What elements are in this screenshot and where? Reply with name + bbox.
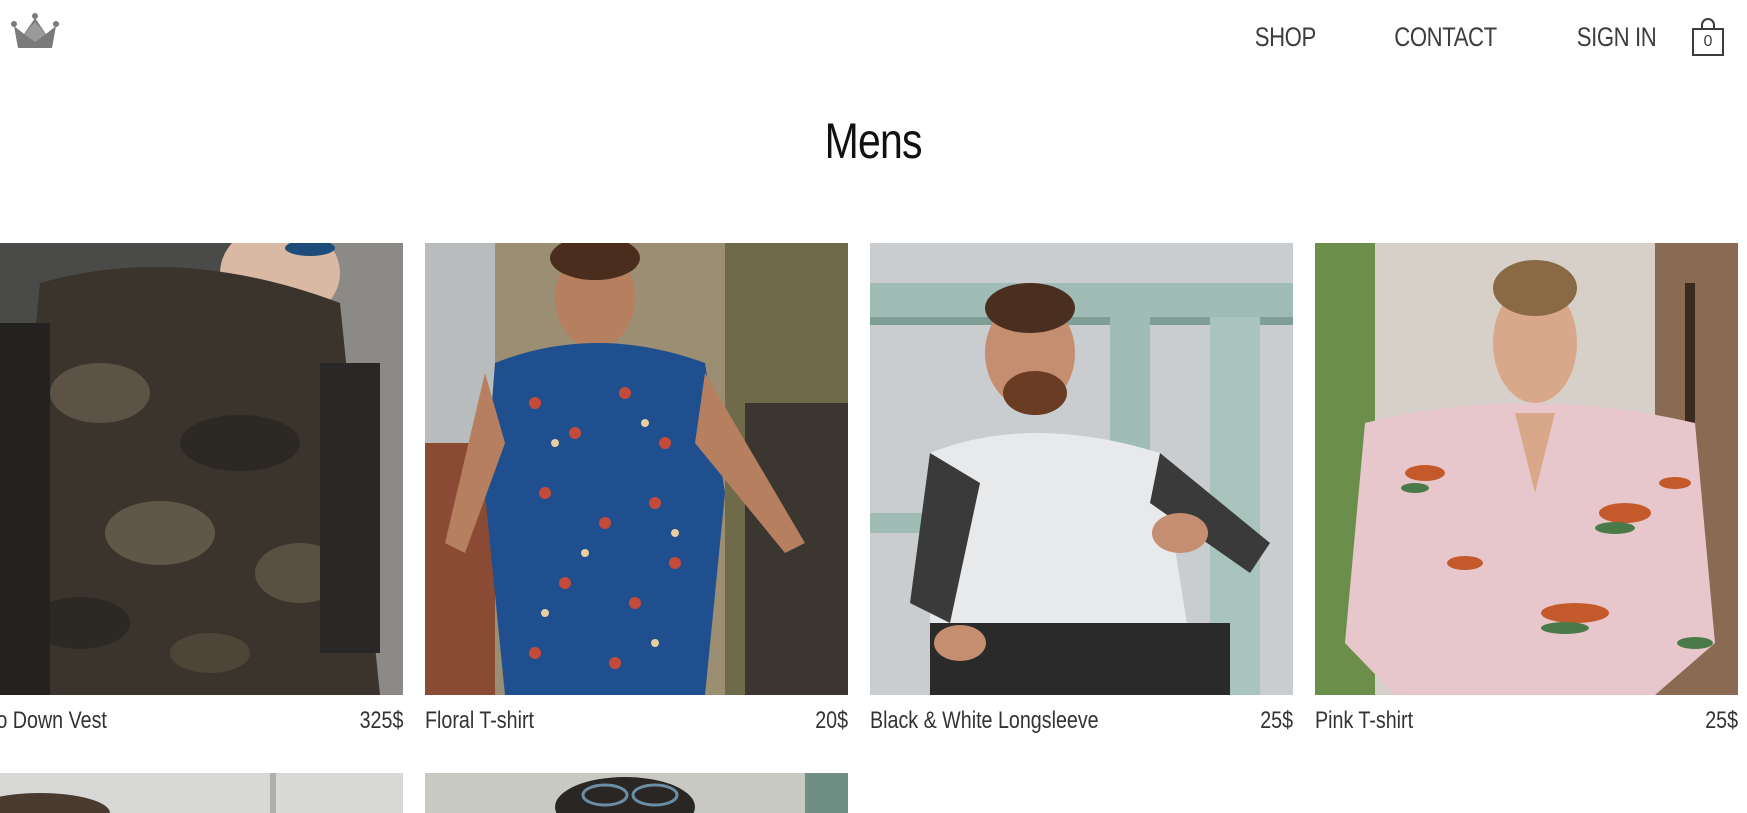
site-header: SHOP CONTACT SIGN IN 0 bbox=[0, 0, 1747, 80]
product-price: 20$ bbox=[815, 707, 848, 734]
product-footer: Pink T-shirt 25$ bbox=[1315, 703, 1738, 737]
product-card[interactable] bbox=[0, 773, 403, 813]
product-name[interactable]: Black & White Longsleeve bbox=[870, 707, 1099, 735]
nav-sign-in-link[interactable]: SIGN IN bbox=[1577, 22, 1657, 53]
product-card[interactable]: mo Down Vest 325$ bbox=[0, 243, 403, 734]
product-price: 325$ bbox=[359, 707, 403, 734]
page-title: Mens bbox=[825, 113, 923, 169]
product-image[interactable] bbox=[0, 243, 403, 695]
product-footer: Floral T-shirt 20$ bbox=[425, 703, 848, 737]
product-image[interactable] bbox=[0, 773, 403, 813]
nav-contact-link[interactable]: CONTACT bbox=[1394, 22, 1497, 53]
main-nav: SHOP CONTACT SIGN IN 0 bbox=[1248, 14, 1725, 60]
product-card[interactable]: Pink T-shirt 25$ bbox=[1315, 243, 1738, 734]
product-card[interactable] bbox=[425, 773, 848, 813]
product-name[interactable]: Floral T-shirt bbox=[425, 707, 534, 735]
product-card[interactable]: Black & White Longsleeve 25$ bbox=[870, 243, 1293, 734]
product-footer: Black & White Longsleeve 25$ bbox=[870, 703, 1293, 737]
product-price: 25$ bbox=[1705, 707, 1738, 734]
product-image[interactable] bbox=[870, 243, 1293, 695]
product-image[interactable] bbox=[425, 243, 848, 695]
cart-count: 0 bbox=[1703, 33, 1713, 50]
crown-icon[interactable] bbox=[10, 12, 60, 50]
product-footer: mo Down Vest 325$ bbox=[0, 703, 403, 737]
product-image[interactable] bbox=[1315, 243, 1738, 695]
nav-shop-link[interactable]: SHOP bbox=[1255, 22, 1317, 53]
product-name[interactable]: mo Down Vest bbox=[0, 707, 107, 735]
product-card[interactable]: Floral T-shirt 20$ bbox=[425, 243, 848, 734]
product-price: 25$ bbox=[1260, 707, 1293, 734]
product-image[interactable] bbox=[425, 773, 848, 813]
product-name[interactable]: Pink T-shirt bbox=[1315, 707, 1413, 735]
cart-button[interactable]: 0 bbox=[1691, 17, 1725, 57]
